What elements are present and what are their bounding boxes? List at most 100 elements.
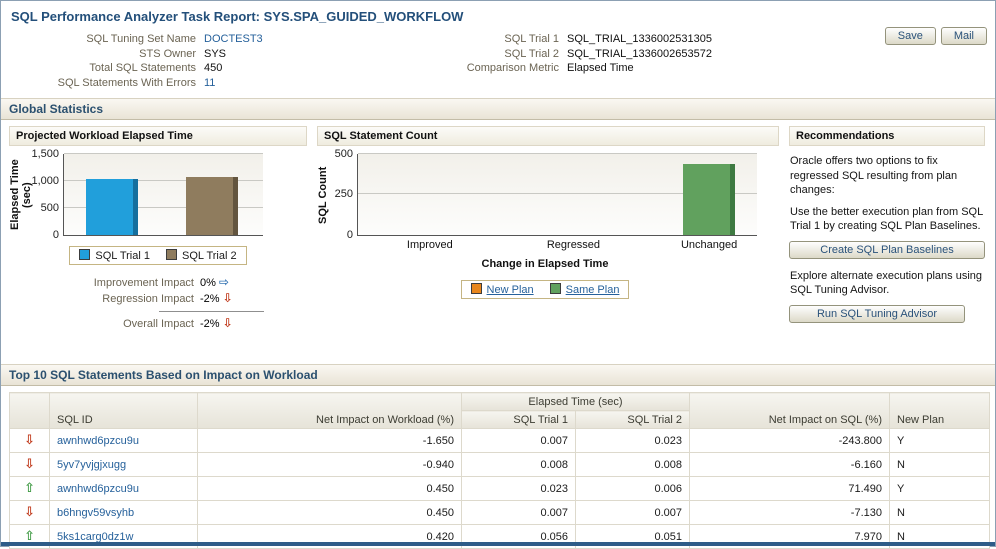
sql-id-link[interactable]: 5ks1carg0dz1w [57,531,133,543]
sql-id-link[interactable]: awnhwd6pzcu9u [57,435,139,447]
count-chart-x-axis-title: Change in Elapsed Time [481,258,609,270]
page-title: SQL Performance Analyzer Task Report: SY… [11,9,464,24]
table-group-header-row: SQL ID Net Impact on Workload (%) Elapse… [9,392,990,429]
count-chart-y-axis-title: SQL Count [317,166,329,224]
legend-item-sql-trial-1: SQL Trial 1 [79,249,150,262]
new-plan-cell: N [889,452,990,477]
top-sql-table-wrap: SQL ID Net Impact on Workload (%) Elapse… [9,392,990,549]
overall-impact-row: Overall Impact -2% ⇩ [9,316,307,332]
gridline [64,153,263,154]
trial1-cell: 0.008 [461,452,576,477]
trial2-cell: 0.023 [575,428,690,453]
gridline [358,153,757,154]
count-chart-legend: New Plan Same Plan [460,280,630,299]
count-chart-plot: 0 250 500 Improved Regressed Unchanged [335,148,757,251]
trial2-cell: 0.006 [575,476,690,501]
same-plan-swatch-icon [549,283,561,294]
impact-label: Regression Impact [102,293,194,305]
table-row: ⇩ awnhwd6pzcu9u -1.650 0.007 0.023 -243.… [9,428,990,453]
recommendations-intro: Oracle offers two options to fix regress… [790,155,958,197]
same-plan-link[interactable]: Same Plan [566,284,620,296]
workload-elapsed-time-panel: Projected Workload Elapsed Time Elapsed … [9,126,307,356]
field-label: Total SQL Statements [89,62,196,74]
count-chart-title: SQL Statement Count [317,126,779,146]
run-sql-tuning-advisor-button[interactable]: Run SQL Tuning Advisor [789,304,965,323]
sts-name-link[interactable]: DOCTEST3 [204,33,263,45]
trial2-cell: 0.008 [575,452,690,477]
field-sql-tuning-set-name: SQL Tuning Set Name DOCTEST3 [1,32,441,47]
net-impact-sql-cell: 71.490 [689,476,890,501]
net-impact-workload-cell: 0.450 [197,500,462,525]
field-value: Elapsed Time [567,62,634,74]
down-arrow-icon: ⇩ [222,316,233,330]
trend-column-header [9,392,50,429]
spa-task-report-page: { "page": { "title": "SQL Performance An… [0,0,996,549]
net-impact-workload-cell: 0.450 [197,476,462,501]
improvement-impact-row: Improvement Impact 0% ⇨ [9,275,307,291]
workload-chart-title: Projected Workload Elapsed Time [9,126,307,146]
field-label: Comparison Metric [466,62,559,74]
y-tick-label: 500 [334,148,353,160]
trend-icon: ⇧ [24,481,35,496]
table-row: ⇧ awnhwd6pzcu9u 0.450 0.023 0.006 71.490… [9,476,990,501]
field-label: SQL Trial 2 [504,47,559,60]
field-label: SQL Trial 1 [504,33,559,45]
y-tick-label: 1,000 [31,175,59,187]
field-sql-trial-1: SQL Trial 1 SQL_TRIAL_1336002531305 [441,32,961,47]
net-impact-sql-cell: -243.800 [689,428,890,453]
trial1-cell: 0.023 [461,476,576,501]
sql-trial-1-column-header: SQL Trial 1 [461,410,576,429]
field-value: 450 [204,62,223,74]
errors-count-link[interactable]: 11 [204,77,215,89]
new-plan-cell: Y [889,476,990,501]
field-value: SYS [204,47,227,60]
elapsed-time-group-header: Elapsed Time (sec) [461,392,690,411]
field-total-sql-statements: Total SQL Statements 450 [1,61,441,76]
field-value: SQL_TRIAL_1336002653572 [567,47,712,60]
net-impact-sql-cell: -7.130 [689,500,890,525]
right-arrow-icon: ⇨ [218,275,229,289]
impact-label: Improvement Impact [93,277,194,289]
net-impact-workload-cell: -1.650 [197,428,462,453]
workload-chart-y-axis-title: Elapsed Time (sec) [9,159,33,231]
recommendation-option1-text: Use the better execution plan from SQL T… [790,205,983,233]
field-value: SQL_TRIAL_1336002531305 [567,33,712,45]
sql-id-link[interactable]: awnhwd6pzcu9u [57,483,139,495]
field-label: SQL Statements With Errors [57,76,196,89]
new-plan-link[interactable]: New Plan [487,284,534,296]
sql-trial-2-column-header: SQL Trial 2 [575,410,690,429]
field-sql-statements-with-errors: SQL Statements With Errors 11 [1,76,441,91]
y-tick-label: 0 [346,229,353,241]
recommendation-option2-text: Explore alternate execution plans using … [790,269,983,297]
save-button[interactable]: Save [884,27,936,45]
create-sql-plan-baselines-button[interactable]: Create SQL Plan Baselines [789,240,985,259]
top-sql-table: SQL ID Net Impact on Workload (%) Elapse… [9,392,990,549]
net-impact-workload-cell: -0.940 [197,452,462,477]
trend-icon: ⇩ [24,433,35,448]
bar-unchanged-same-plan [683,164,736,235]
y-tick-label: 500 [40,202,59,214]
trend-icon: ⇩ [24,505,35,520]
new-plan-cell: N [889,500,990,525]
x-category-improved: Improved [406,239,453,251]
sql-id-link[interactable]: b6hngv59vsyhb [57,507,134,519]
down-arrow-icon: ⇩ [222,291,233,305]
impact-summary: Improvement Impact 0% ⇨ Regression Impac… [9,275,307,332]
field-comparison-metric: Comparison Metric Elapsed Time [441,61,961,76]
impact-value: -2% [200,318,220,330]
mail-button[interactable]: Mail [940,27,987,45]
x-category-unchanged: Unchanged [680,239,738,251]
legend-item-same-plan: Same Plan [549,283,620,296]
field-label: SQL Tuning Set Name [86,33,196,45]
trend-icon: ⇩ [24,457,35,472]
trial1-cell: 0.007 [461,500,576,525]
impact-sum-divider [159,311,264,312]
workload-chart-legend: SQL Trial 1 SQL Trial 2 [69,246,247,265]
table-row: ⇩ 5yv7yvjgjxugg -0.940 0.008 0.008 -6.16… [9,452,990,477]
impact-label: Overall Impact [123,318,194,330]
field-sql-trial-2: SQL Trial 2 SQL_TRIAL_1336002653572 [441,47,961,62]
page-header: SQL Performance Analyzer Task Report: SY… [1,1,995,24]
sql-id-link[interactable]: 5yv7yvjgjxugg [57,459,126,471]
new-plan-swatch-icon [470,283,482,294]
x-category-regressed: Regressed [546,239,601,251]
